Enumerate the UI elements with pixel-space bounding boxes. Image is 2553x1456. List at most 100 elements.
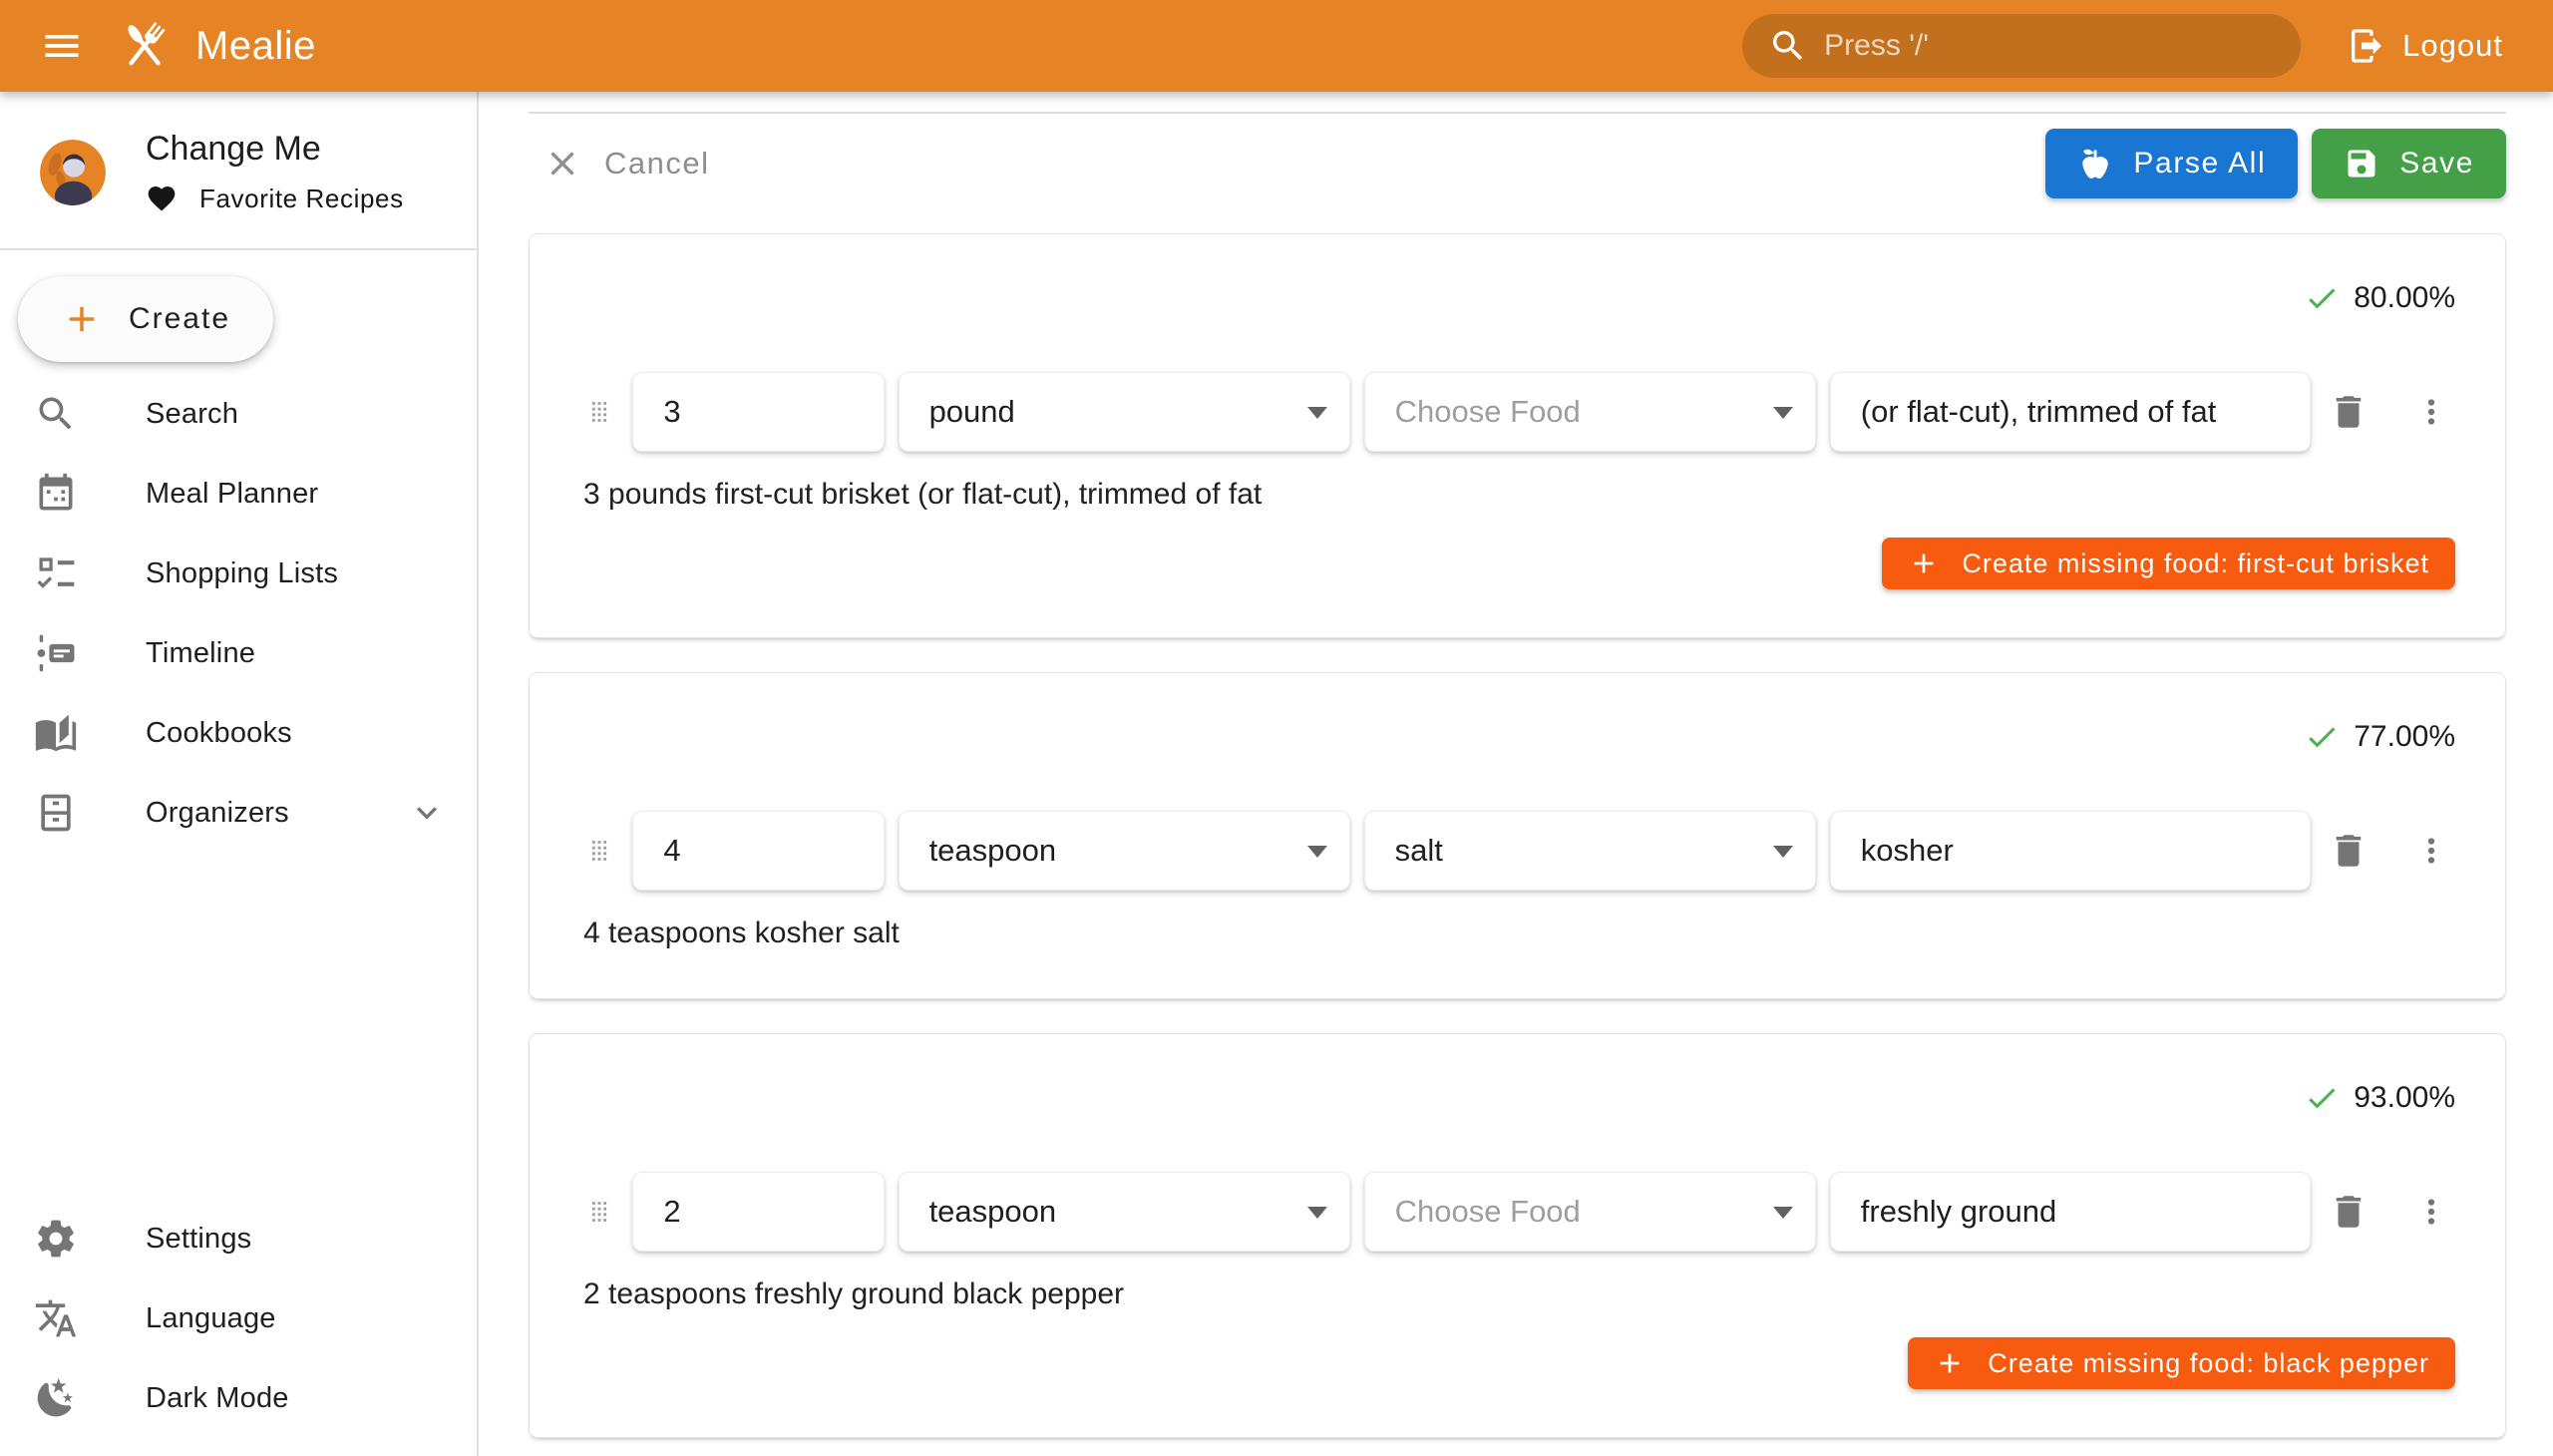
note-input[interactable]	[1831, 1173, 2311, 1251]
save-button[interactable]: Save	[2312, 129, 2506, 198]
chevron-down-icon	[407, 793, 447, 833]
sidebar-item-label: Search	[146, 398, 238, 431]
app-bar: Mealie Logout	[0, 0, 2553, 92]
sidebar: Change Me Favorite Recipes Create Search	[0, 92, 479, 1456]
confidence-row: 80.00%	[579, 280, 2455, 316]
confidence-value: 80.00%	[2354, 281, 2455, 315]
unit-select-input[interactable]	[900, 812, 1349, 890]
food-select	[1364, 372, 1816, 452]
create-missing-food-button[interactable]: Create missing food: first-cut brisket	[1882, 538, 2455, 589]
sidebar-item-organizers[interactable]: Organizers	[0, 773, 477, 853]
favorite-recipes-label: Favorite Recipes	[199, 183, 404, 214]
create-button[interactable]: Create	[18, 276, 273, 362]
global-search[interactable]	[1742, 14, 2301, 78]
quantity-input[interactable]	[633, 812, 883, 890]
ingredient-menu-button[interactable]	[2408, 1184, 2455, 1240]
sidebar-item-dark-mode[interactable]: Dark Mode	[0, 1358, 477, 1438]
menu-down-icon	[1773, 846, 1793, 858]
kebab-menu-icon	[2412, 832, 2450, 870]
confidence-row: 77.00%	[579, 719, 2455, 755]
content-top-divider	[529, 112, 2506, 114]
menu-down-icon	[1773, 407, 1793, 419]
create-missing-food-button[interactable]: Create missing food: black pepper	[1908, 1337, 2455, 1389]
app-logo[interactable]: Mealie	[116, 17, 316, 75]
note-field	[1830, 1172, 2312, 1252]
menu-down-icon	[1307, 1207, 1327, 1219]
create-missing-food-label: Create missing food: first-cut brisket	[1962, 548, 2429, 579]
sidebar-item-label: Cookbooks	[146, 717, 292, 750]
unit-select-input[interactable]	[900, 1173, 1349, 1251]
menu-down-icon	[1773, 1207, 1793, 1219]
confidence-value: 93.00%	[2354, 1081, 2455, 1115]
ingredient-menu-button[interactable]	[2408, 823, 2455, 879]
search-icon	[1768, 26, 1808, 66]
quantity-field	[632, 372, 884, 452]
logout-button[interactable]: Logout	[2331, 11, 2519, 81]
delete-ingredient-button[interactable]	[2325, 1184, 2371, 1240]
search-input[interactable]	[1824, 29, 2275, 63]
food-select-input[interactable]	[1365, 812, 1815, 890]
delete-ingredient-button[interactable]	[2325, 823, 2371, 879]
mealie-app: Mealie Logout	[0, 0, 2553, 1456]
menu-down-icon	[1307, 846, 1327, 858]
delete-ingredient-button[interactable]	[2325, 384, 2371, 440]
unit-select-input[interactable]	[900, 373, 1349, 451]
parser-toolbar: Cancel Parse All Save	[529, 128, 2506, 199]
note-input[interactable]	[1831, 812, 2311, 890]
cancel-button[interactable]: Cancel	[529, 144, 724, 183]
parse-all-label: Parse All	[2133, 147, 2266, 181]
unit-select	[899, 372, 1350, 452]
check-icon	[2304, 719, 2340, 755]
calendar-icon	[34, 472, 78, 516]
drag-handle-icon[interactable]	[579, 823, 618, 879]
sidebar-item-shopping-lists[interactable]: Shopping Lists	[0, 534, 477, 613]
sidebar-spacer	[0, 853, 477, 1199]
user-profile[interactable]: Change Me Favorite Recipes	[0, 92, 477, 248]
create-missing-food-label: Create missing food: black pepper	[1988, 1348, 2429, 1379]
checklist-icon	[34, 551, 78, 595]
sidebar-item-language[interactable]: Language	[0, 1278, 477, 1358]
kebab-menu-icon	[2412, 1193, 2450, 1231]
save-label: Save	[2399, 147, 2474, 181]
original-ingredient-text: 2 teaspoons freshly ground black pepper	[579, 1277, 2455, 1311]
sidebar-item-timeline[interactable]: Timeline	[0, 613, 477, 693]
original-ingredient-text: 3 pounds first-cut brisket (or flat-cut)…	[579, 478, 2455, 512]
quantity-field	[632, 1172, 884, 1252]
sidebar-item-search[interactable]: Search	[0, 374, 477, 454]
close-icon	[543, 144, 582, 183]
food-select-input[interactable]	[1365, 373, 1815, 451]
quantity-input[interactable]	[633, 373, 883, 451]
sidebar-divider	[0, 248, 477, 250]
plus-icon	[1908, 547, 1940, 579]
original-ingredient-text: 4 teaspoons kosher salt	[579, 916, 2455, 950]
sidebar-item-settings[interactable]: Settings	[0, 1199, 477, 1278]
magnify-icon	[34, 392, 78, 436]
ingredient-card: 77.00%	[529, 672, 2506, 999]
parse-all-button[interactable]: Parse All	[2045, 129, 2298, 198]
unit-select	[899, 811, 1350, 891]
sidebar-footer-nav: Settings Language Dark Mode	[0, 1199, 477, 1456]
check-icon	[2304, 1080, 2340, 1116]
note-field	[1830, 811, 2312, 891]
food-select-input[interactable]	[1365, 1173, 1815, 1251]
timeline-icon	[34, 631, 78, 675]
sidebar-item-cookbooks[interactable]: Cookbooks	[0, 693, 477, 773]
quantity-input[interactable]	[633, 1173, 883, 1251]
heart-icon	[146, 182, 178, 214]
favorite-recipes-link[interactable]: Favorite Recipes	[146, 182, 404, 214]
ingredient-menu-button[interactable]	[2408, 384, 2455, 440]
sidebar-item-label: Dark Mode	[146, 1382, 289, 1415]
sidebar-item-label: Settings	[146, 1223, 251, 1256]
drag-handle-icon[interactable]	[579, 1184, 618, 1240]
ingredient-parser-content: Cancel Parse All Save 80.00%	[479, 92, 2553, 1456]
book-open-icon	[34, 711, 78, 755]
sidebar-item-label: Shopping Lists	[146, 557, 338, 590]
ingredient-input-row	[579, 372, 2455, 452]
hamburger-icon	[40, 24, 84, 68]
kebab-menu-icon	[2412, 393, 2450, 431]
hamburger-menu-button[interactable]	[34, 18, 90, 74]
drag-handle-icon[interactable]	[579, 384, 618, 440]
note-input[interactable]	[1831, 373, 2311, 451]
confidence-row: 93.00%	[579, 1080, 2455, 1116]
sidebar-item-meal-planner[interactable]: Meal Planner	[0, 454, 477, 534]
